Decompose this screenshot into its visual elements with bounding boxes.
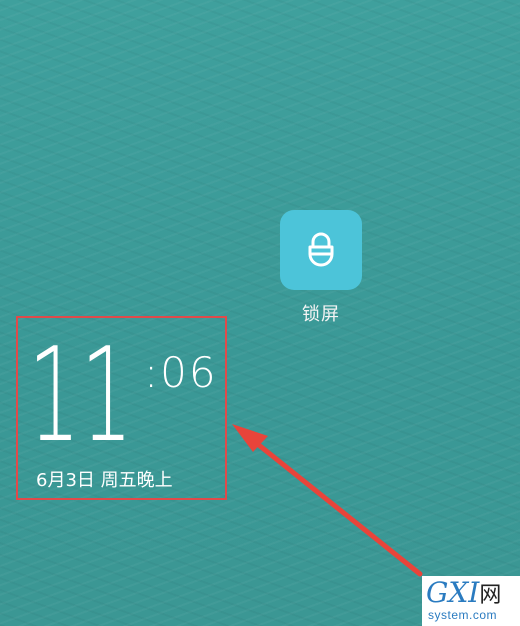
clock-hours[interactable]: 11 [20, 322, 140, 452]
padlock-icon [308, 232, 334, 267]
lock-app-tile[interactable] [280, 210, 362, 290]
clock-minutes[interactable]: :06 [144, 348, 218, 397]
lock-app-label: 锁屏 [302, 304, 340, 325]
home-screen-wallpaper [0, 0, 520, 626]
site-watermark: GXI网 system.com [422, 576, 520, 626]
watermark-logo: GXI [426, 576, 480, 609]
watermark-logo-cn: 网 [479, 583, 502, 608]
clock-hours-text: 11 [28, 322, 133, 452]
clock-date[interactable]: 6月3日 周五晚上 [36, 466, 173, 492]
watermark-site: system.com [428, 608, 498, 622]
lock-screen-app[interactable]: 锁屏 [280, 210, 362, 326]
